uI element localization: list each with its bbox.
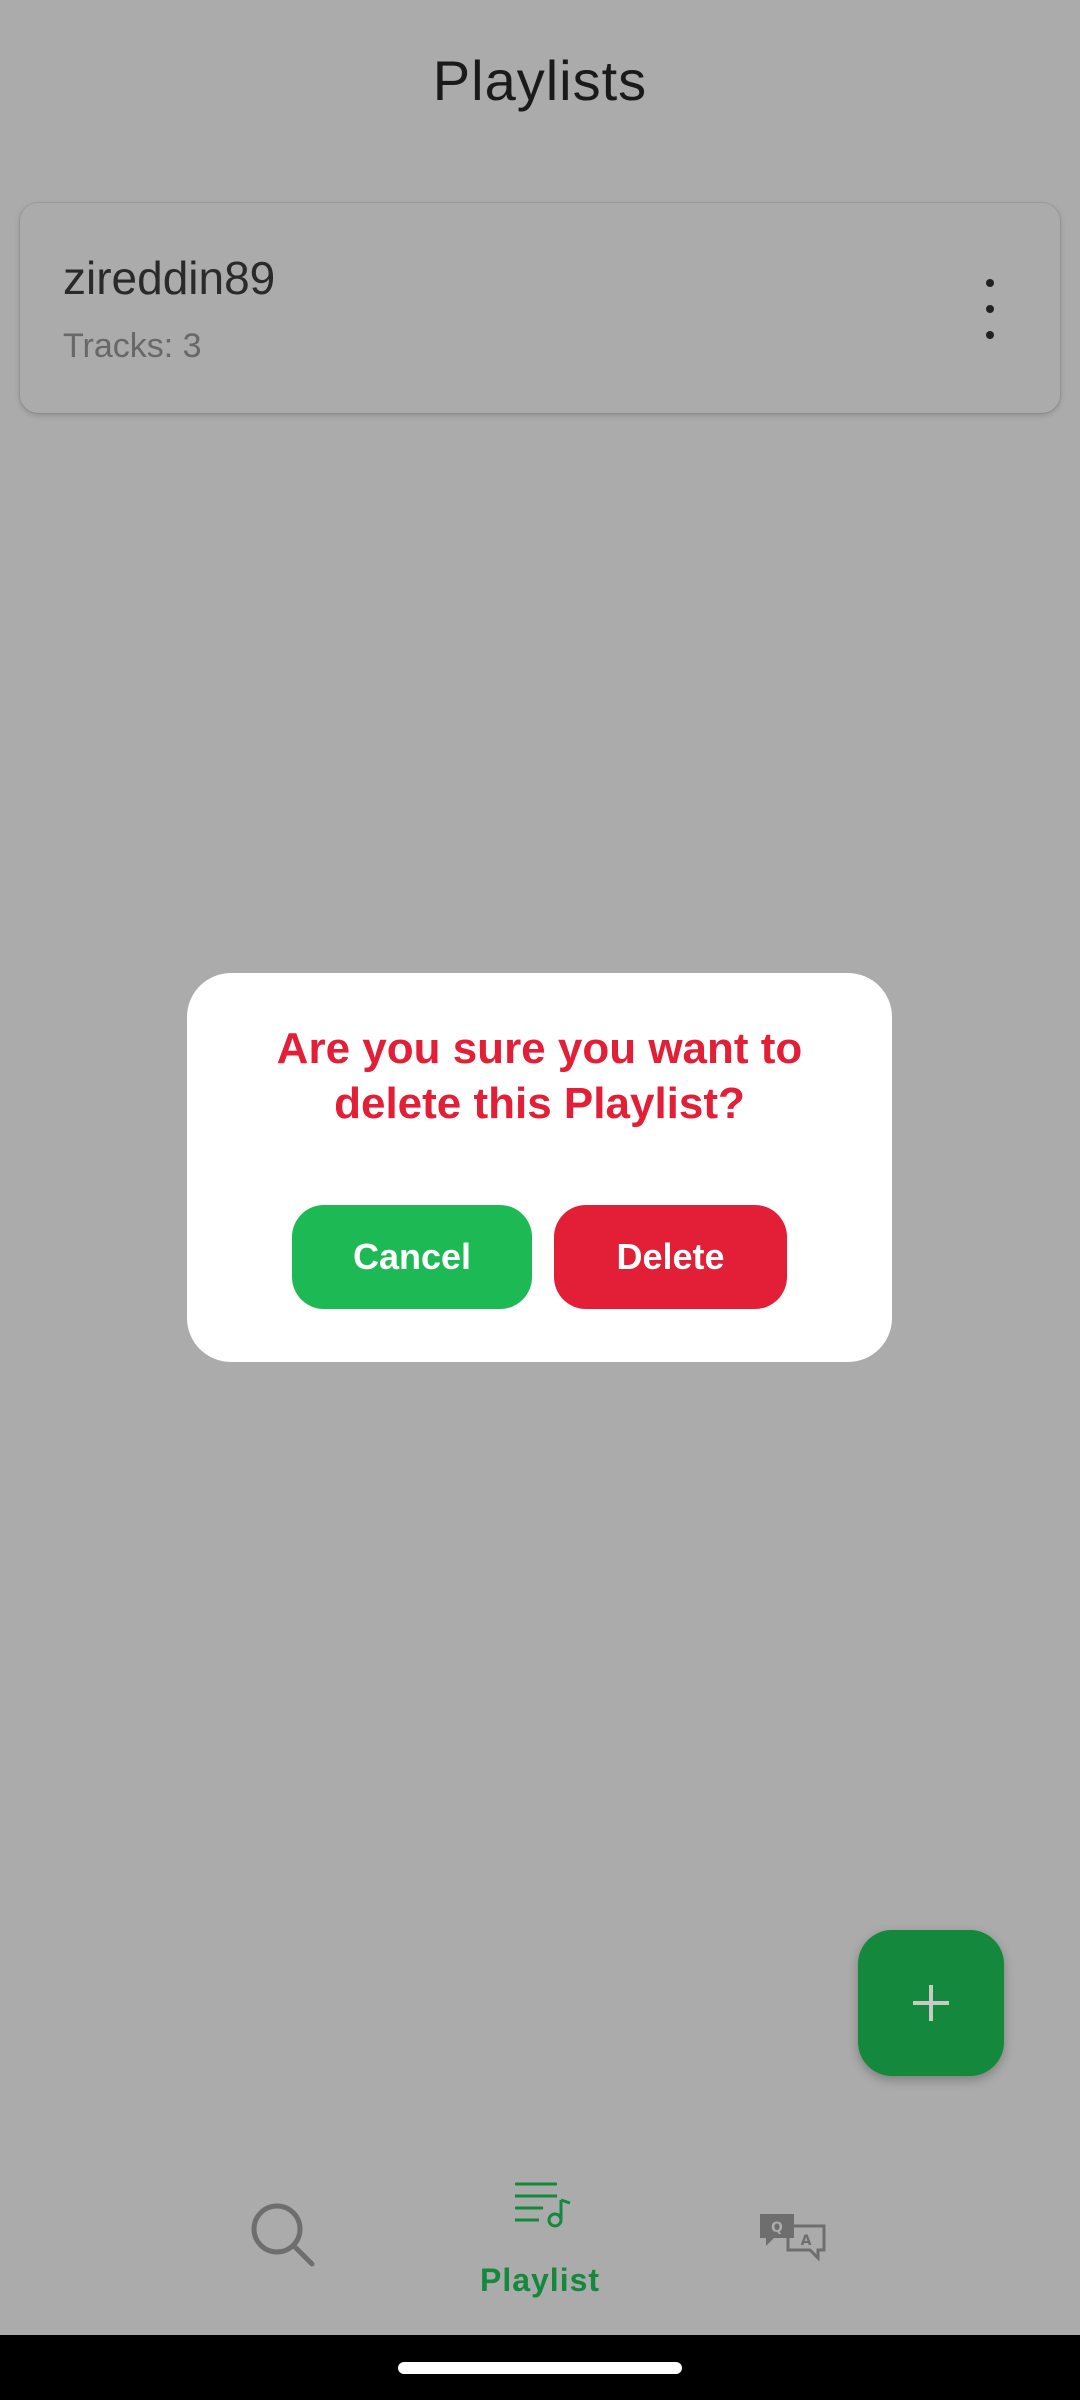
playlist-card[interactable]: zireddin89 Tracks: 3 [20,203,1060,413]
plus-icon [913,1985,949,2021]
svg-text:Q: Q [771,2220,783,2236]
playlist-icon [515,2182,571,2228]
nav-search[interactable] [248,2200,318,2270]
qa-icon: Q A [760,2214,826,2262]
nav-qa[interactable]: Q A [758,2210,828,2262]
svg-text:A: A [801,2233,812,2249]
playlist-name: zireddin89 [63,252,276,304]
add-playlist-button[interactable] [858,1930,1004,2076]
page-title: Playlists [432,49,648,112]
delete-button[interactable]: Delete [554,1205,787,1309]
delete-confirm-dialog: Are you sure you want to delete this Pla… [187,973,892,1362]
more-vertical-icon[interactable] [980,279,1000,339]
nav-playlist[interactable] [513,2180,573,2230]
playlists-screen: Playlists zireddin89 Tracks: 3 Are you s… [0,0,1080,2400]
home-indicator[interactable] [398,2362,682,2374]
nav-playlist-label[interactable]: Playlist [420,2262,660,2299]
cancel-button[interactable]: Cancel [292,1205,532,1309]
playlist-track-count: Tracks: 3 [63,327,202,365]
dialog-message: Are you sure you want to delete this Pla… [276,1024,803,1128]
search-icon [251,2203,315,2267]
